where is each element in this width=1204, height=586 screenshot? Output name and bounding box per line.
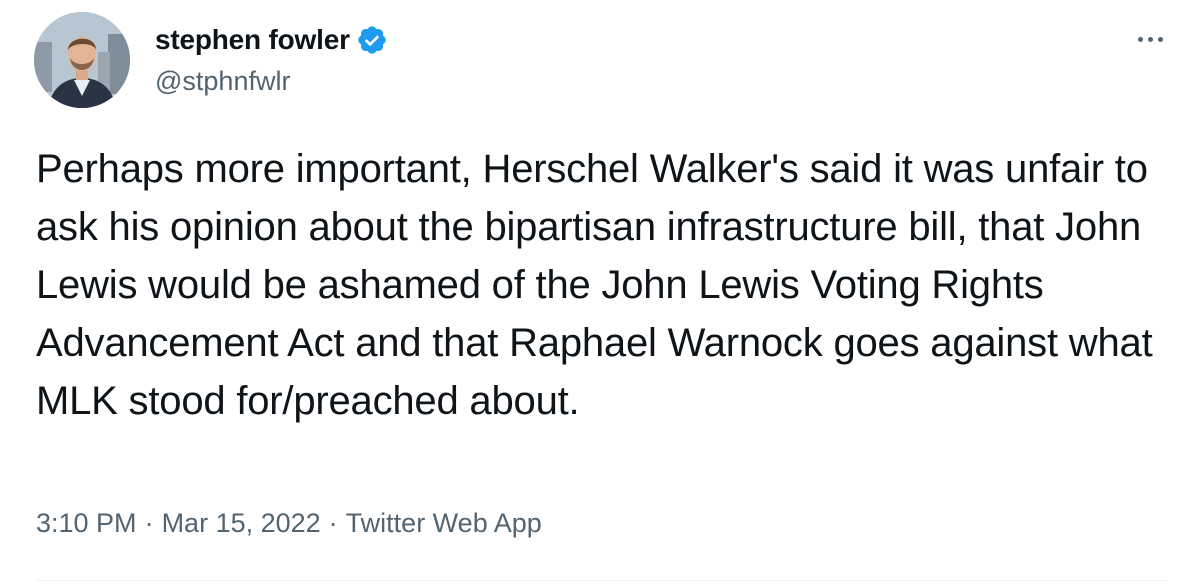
tweet-text: Perhaps more important, Herschel Walker'… xyxy=(36,147,1153,423)
more-dot xyxy=(1147,36,1153,42)
author-display-name[interactable]: stephen fowler xyxy=(155,24,350,56)
profile-photo-icon xyxy=(34,12,130,108)
meta-separator: · xyxy=(144,508,154,538)
more-dot xyxy=(1137,36,1143,42)
tweet-card: stephen fowler @stphnfwlr Perhaps more i… xyxy=(0,0,1204,586)
tweet-time[interactable]: 3:10 PM xyxy=(36,508,137,539)
verified-badge-icon xyxy=(356,24,388,56)
more-options-icon[interactable] xyxy=(1130,24,1170,54)
tweet-source[interactable]: Twitter Web App xyxy=(346,508,542,539)
meta-separator: · xyxy=(328,508,338,538)
author-name-row: stephen fowler xyxy=(155,22,388,58)
tweet-author: stephen fowler @stphnfwlr xyxy=(155,22,388,97)
tweet-metadata: 3:10 PM · Mar 15, 2022 · Twitter Web App xyxy=(36,508,542,539)
more-dot xyxy=(1157,36,1163,42)
tweet-date[interactable]: Mar 15, 2022 xyxy=(162,508,321,539)
divider xyxy=(36,580,1168,581)
author-handle[interactable]: @stphnfwlr xyxy=(155,66,388,97)
avatar[interactable] xyxy=(34,12,130,108)
